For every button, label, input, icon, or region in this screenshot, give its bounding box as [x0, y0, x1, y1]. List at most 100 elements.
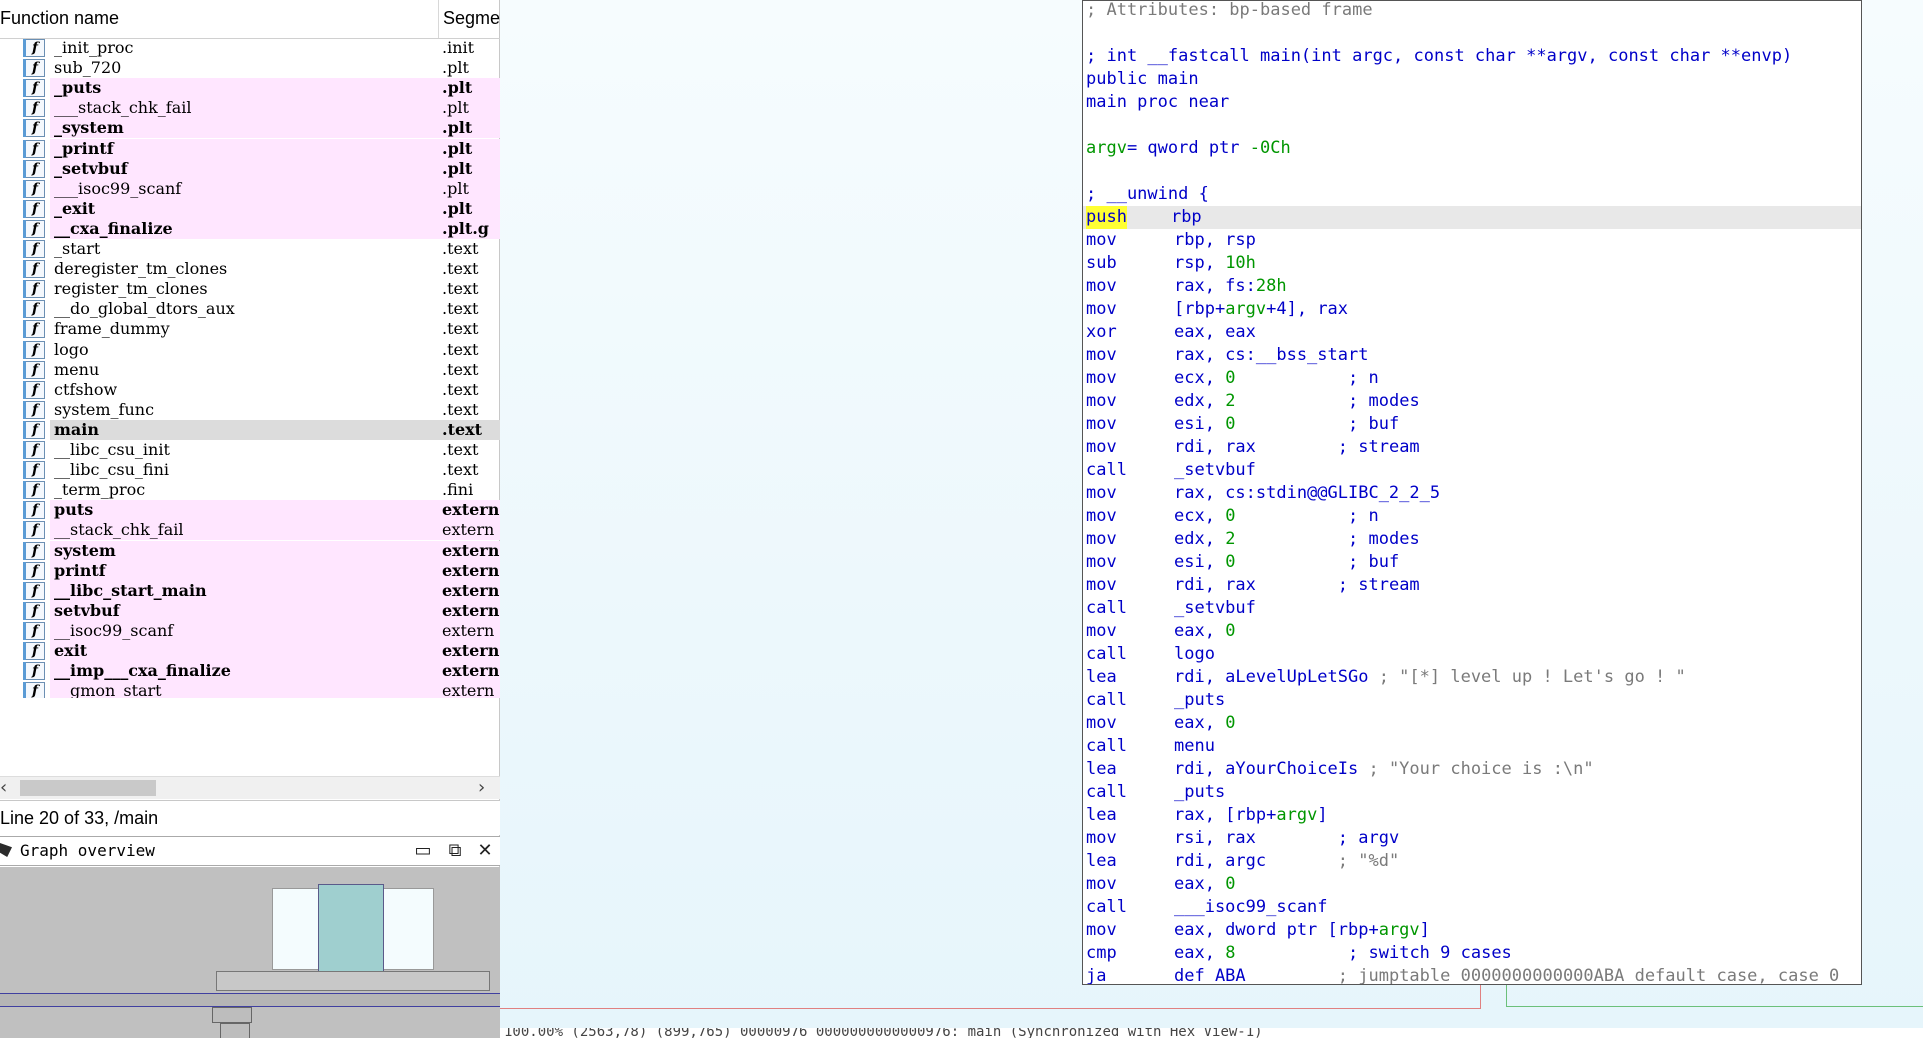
asm-line[interactable]: mov eax, 0: [1083, 620, 1861, 643]
asm-line[interactable]: call logo: [1083, 643, 1861, 666]
scroll-right-icon[interactable]: ›: [478, 777, 485, 799]
asm-line[interactable]: mov rbp, rsp: [1083, 229, 1861, 252]
function-row[interactable]: f __isoc99_scanf extern: [0, 620, 500, 641]
asm-line[interactable]: lea rdi, argc ; "%d": [1083, 850, 1861, 873]
function-row[interactable]: f _start .text: [0, 239, 500, 259]
asm-line[interactable]: mov eax, 0: [1083, 873, 1861, 896]
function-row[interactable]: f _setvbuf .plt: [0, 158, 500, 179]
function-row[interactable]: f register_tm_clones .text: [0, 279, 500, 299]
function-row[interactable]: f puts extern: [0, 500, 500, 521]
horizontal-scrollbar[interactable]: ‹ ›: [0, 776, 500, 799]
graph-overview-header: Graph overview ▭ ⧉ ✕: [0, 836, 500, 866]
asm-line[interactable]: lea rdi, aYourChoiceIs ; "Your choice is …: [1083, 758, 1861, 781]
asm-line[interactable]: mov ecx, 0 ; n: [1083, 505, 1861, 528]
function-row[interactable]: f __cxa_finalize .plt.g: [0, 218, 500, 239]
asm-line[interactable]: ; __unwind {: [1083, 183, 1861, 206]
asm-line[interactable]: mov rdi, rax ; stream: [1083, 574, 1861, 597]
minimize-icon[interactable]: ▭: [412, 837, 434, 865]
disassembly-node-main[interactable]: ; Attributes: bp-based frame ; int __fas…: [1082, 0, 1862, 985]
function-row[interactable]: f __libc_start_main extern: [0, 580, 500, 601]
asm-line[interactable]: call _puts: [1083, 689, 1861, 712]
asm-line[interactable]: ; int __fastcall main(int argc, const ch…: [1083, 45, 1861, 68]
function-row[interactable]: f sub_720 .plt: [0, 58, 500, 78]
function-row[interactable]: f __imp___cxa_finalize extern: [0, 661, 500, 682]
function-row[interactable]: f _init_proc .init: [0, 38, 500, 58]
asm-line[interactable]: mov rsi, rax ; argv: [1083, 827, 1861, 850]
asm-line[interactable]: ; Attributes: bp-based frame: [1083, 1, 1861, 22]
function-row[interactable]: f printf extern: [0, 560, 500, 581]
function-row[interactable]: f __do_global_dtors_aux .text: [0, 299, 500, 319]
asm-line[interactable]: lea rdi, aLevelUpLetSGo ; "[*] level up !…: [1083, 666, 1861, 689]
function-row[interactable]: f __stack_chk_fail extern: [0, 520, 500, 541]
asm-line[interactable]: mov rax, cs:__bss_start: [1083, 344, 1861, 367]
asm-line[interactable]: sub rsp, 10h: [1083, 252, 1861, 275]
function-row[interactable]: f __libc_csu_fini .text: [0, 460, 500, 480]
asm-line[interactable]: argv= qword ptr -0Ch: [1083, 137, 1861, 160]
asm-line[interactable]: push rbp: [1083, 206, 1861, 229]
asm-line[interactable]: mov eax, dword ptr [rbp+argv]: [1083, 919, 1861, 942]
asm-line[interactable]: call ___isoc99_scanf: [1083, 896, 1861, 919]
asm-line[interactable]: xor eax, eax: [1083, 321, 1861, 344]
function-row[interactable]: f system extern: [0, 540, 500, 561]
asm-line[interactable]: cmp eax, 8 ; switch 9 cases: [1083, 942, 1861, 965]
asm-line[interactable]: mov edx, 2 ; modes: [1083, 390, 1861, 413]
function-row[interactable]: f system_func .text: [0, 400, 500, 420]
asm-line[interactable]: [1083, 22, 1861, 45]
function-row[interactable]: f logo .text: [0, 340, 500, 360]
function-row[interactable]: f setvbuf extern: [0, 600, 500, 621]
asm-line[interactable]: mov eax, 0: [1083, 712, 1861, 735]
asm-line[interactable]: mov [rbp+argv+4], rax: [1083, 298, 1861, 321]
float-icon[interactable]: ⧉: [444, 837, 466, 865]
asm-operands: menu: [1174, 736, 1215, 756]
column-header-segment[interactable]: Segme: [443, 8, 500, 29]
function-row[interactable]: f _term_proc .fini: [0, 480, 500, 500]
function-row[interactable]: f _exit .plt: [0, 198, 500, 219]
functions-list[interactable]: f _init_proc .init f sub_720 .plt f _puts .plt f _…: [0, 38, 500, 698]
asm-line[interactable]: mov rax, cs:stdin@@GLIBC_2_2_5: [1083, 482, 1861, 505]
function-row[interactable]: f menu .text: [0, 360, 500, 380]
asm-line[interactable]: call _puts: [1083, 781, 1861, 804]
function-row[interactable]: f ctfshow .text: [0, 380, 500, 400]
asm-operands: rdi, aLevelUpLetSGo: [1174, 667, 1379, 687]
asm-line[interactable]: mov ecx, 0 ; n: [1083, 367, 1861, 390]
asm-stack-var: argv: [1378, 920, 1420, 940]
asm-line[interactable]: call _setvbuf: [1083, 597, 1861, 620]
disassembly-text[interactable]: ; Attributes: bp-based frame ; int __fas…: [1083, 1, 1861, 984]
function-row[interactable]: f deregister_tm_clones .text: [0, 259, 500, 279]
close-icon[interactable]: ✕: [474, 837, 496, 865]
asm-line[interactable]: mov esi, 0 ; buf: [1083, 413, 1861, 436]
asm-line[interactable]: mov edx, 2 ; modes: [1083, 528, 1861, 551]
asm-line[interactable]: mov rax, fs:28h: [1083, 275, 1861, 298]
function-row[interactable]: f frame_dummy .text: [0, 319, 500, 339]
column-separator[interactable]: [438, 0, 439, 38]
asm-line[interactable]: [1083, 160, 1861, 183]
asm-number: 2: [1225, 529, 1236, 549]
function-row[interactable]: f main .text: [0, 419, 500, 440]
function-row[interactable]: f _printf .plt: [0, 138, 500, 159]
asm-line[interactable]: main proc near: [1083, 91, 1861, 114]
asm-line[interactable]: lea rax, [rbp+argv]: [1083, 804, 1861, 827]
graph-overview-canvas[interactable]: [0, 867, 500, 1038]
ida-view-graph[interactable]: ; Attributes: bp-based frame ; int __fas…: [500, 0, 1923, 1038]
scroll-left-icon[interactable]: ‹: [0, 777, 7, 799]
asm-line[interactable]: public main: [1083, 68, 1861, 91]
asm-number: 0: [1225, 414, 1236, 434]
function-row[interactable]: f _puts .plt: [0, 78, 500, 99]
function-row[interactable]: f __gmon_start__ extern: [0, 681, 500, 698]
function-row[interactable]: f ___isoc99_scanf .plt: [0, 178, 500, 199]
asm-line[interactable]: mov rdi, rax ; stream: [1083, 436, 1861, 459]
function-row[interactable]: f __libc_csu_init .text: [0, 440, 500, 460]
asm-line[interactable]: call menu: [1083, 735, 1861, 758]
scrollbar-thumb[interactable]: [20, 780, 156, 796]
asm-mnemonic: call: [1086, 460, 1127, 480]
asm-line[interactable]: [1083, 114, 1861, 137]
asm-comment: ; stream: [1337, 437, 1420, 457]
asm-line[interactable]: ja def_ABA ; jumptable 0000000000000ABA d…: [1083, 965, 1861, 984]
asm-line[interactable]: call _setvbuf: [1083, 459, 1861, 482]
overview-viewport[interactable]: [318, 884, 384, 974]
column-header-function-name[interactable]: Function name: [0, 8, 119, 29]
function-row[interactable]: f ___stack_chk_fail .plt: [0, 98, 500, 119]
asm-line[interactable]: mov esi, 0 ; buf: [1083, 551, 1861, 574]
function-row[interactable]: f exit extern: [0, 641, 500, 661]
function-row[interactable]: f _system .plt: [0, 118, 500, 139]
